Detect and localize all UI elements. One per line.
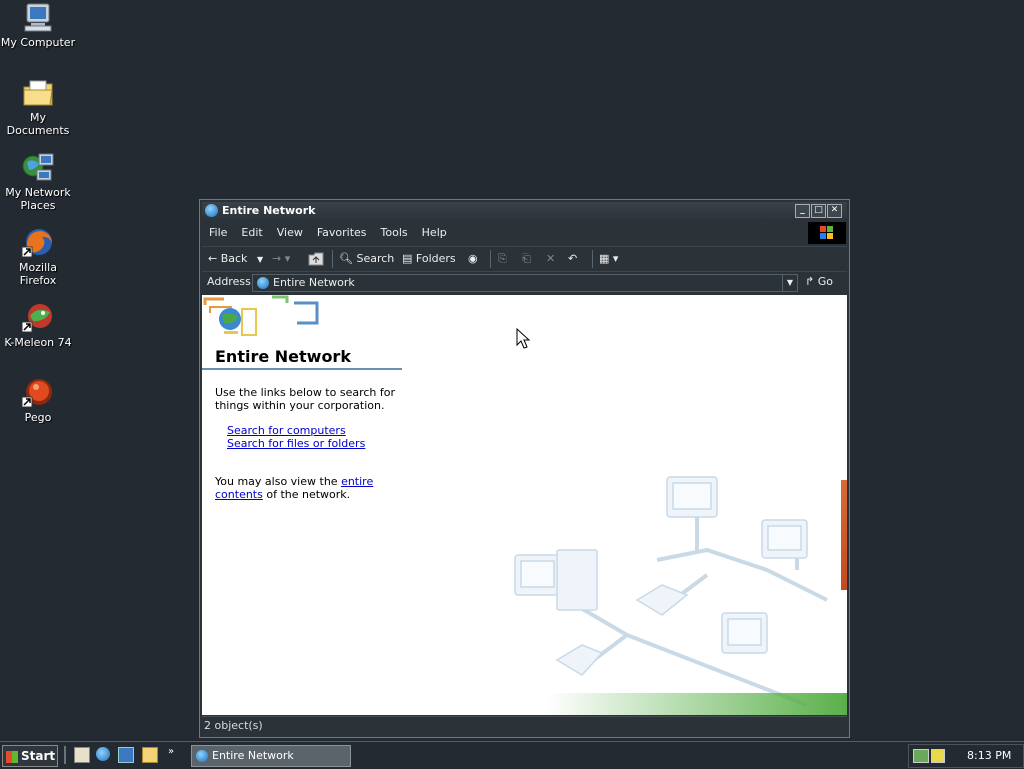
folders-icon: ▤ — [402, 252, 413, 265]
quicklaunch-chevron-icon[interactable]: » — [168, 746, 174, 757]
system-tray: 8:13 PM — [908, 744, 1024, 768]
start-label: Start — [21, 749, 56, 763]
desktop-icon-label: My Documents — [6, 111, 70, 137]
globe-icon — [257, 277, 269, 289]
chevron-down-icon: ▼ — [256, 255, 264, 264]
back-label: Back — [220, 252, 248, 265]
search-label: Search — [356, 252, 395, 265]
address-field[interactable]: Entire Network ▼ — [252, 274, 798, 292]
toolbar: ← Back ▼ → ▾ 🔍︎ Search ▤ Folders ◉ ⎘ ⎗ ✕… — [202, 246, 847, 271]
heading-underline — [202, 368, 402, 370]
clock[interactable]: 8:13 PM — [967, 749, 1011, 762]
desktop-icon-label: My Computer — [0, 36, 76, 49]
back-button[interactable]: ← Back ▼ — [208, 247, 263, 271]
search-icon: 🔍︎ — [339, 252, 353, 265]
desktop-icon-my-documents[interactable]: My Documents — [0, 77, 76, 137]
menu-view[interactable]: View — [270, 222, 310, 244]
network-icon — [21, 152, 55, 184]
desktop-icon-mozilla-firefox[interactable]: Mozilla Firefox — [0, 227, 76, 287]
search-files-link[interactable]: Search for files or folders — [227, 437, 365, 450]
menu-file[interactable]: File — [202, 222, 234, 244]
intro-text: Use the links below to search for things… — [215, 386, 396, 412]
back-arrow-icon: ← — [208, 252, 218, 265]
firefox-icon — [21, 227, 55, 259]
undo-icon[interactable]: ↶ — [568, 247, 577, 271]
search-computers-link[interactable]: Search for computers — [227, 424, 346, 437]
forward-button[interactable]: → ▾ — [272, 247, 290, 271]
globe-icon — [196, 750, 208, 762]
network-header-graphic — [203, 295, 319, 336]
watermark-green-band — [547, 693, 847, 715]
copy-to-icon[interactable]: ⎗ — [522, 247, 531, 271]
folders-button[interactable]: ▤ Folders — [402, 247, 456, 271]
move-to-icon[interactable]: ⎘ — [498, 247, 507, 271]
explorer-icon[interactable] — [142, 747, 158, 763]
quicklaunch-separator — [64, 746, 66, 764]
address-bar: Address Entire Network ▼ ↱ Go — [202, 271, 847, 294]
taskbar: Start » Entire Network 8:13 PM — [0, 741, 1024, 769]
address-label: Address — [207, 275, 251, 288]
maximize-button[interactable]: □ — [811, 204, 826, 218]
toolbar-separator — [592, 250, 593, 268]
content-pane: Entire Network Use the links below to se… — [202, 295, 847, 715]
taskbar-item-label: Entire Network — [212, 749, 294, 762]
folder-icon — [21, 77, 55, 109]
explorer-window: Entire Network _ □ ✕ File Edit View Favorit… — [199, 199, 850, 738]
search-button[interactable]: 🔍︎ Search — [339, 247, 394, 271]
start-button[interactable]: Start — [2, 745, 58, 767]
taskbar-item-entire-network[interactable]: Entire Network — [191, 745, 351, 767]
volume-tray-icon[interactable] — [931, 749, 945, 763]
minimize-button[interactable]: _ — [795, 204, 810, 218]
folders-label: Folders — [415, 252, 456, 265]
history-icon[interactable]: ◉ — [468, 247, 478, 271]
menu-bar: File Edit View Favorites Tools Help — [202, 222, 847, 244]
menu-favorites[interactable]: Favorites — [310, 222, 374, 244]
computer-icon — [21, 2, 55, 34]
ie-icon[interactable] — [96, 747, 110, 761]
desktop-icon-label: My Network Places — [5, 186, 71, 212]
menu-edit[interactable]: Edit — [234, 222, 269, 244]
kmeleon-icon — [21, 302, 55, 334]
desktop-icon-my-computer[interactable]: My Computer — [0, 2, 76, 49]
watermark-orange-edge — [841, 480, 847, 590]
desktop-icon-label: Mozilla Firefox — [19, 261, 57, 287]
go-label: Go — [817, 275, 833, 288]
toolbar-separator — [332, 250, 333, 268]
close-button[interactable]: ✕ — [827, 204, 842, 218]
desktop-icon-label: K-Meleon 74 — [4, 336, 72, 349]
desktop-icon-pego[interactable]: Pego — [0, 377, 76, 424]
window-title: Entire Network — [222, 204, 316, 217]
desktop-icon-my-network-places[interactable]: My Network Places — [0, 152, 76, 212]
desktop-icon-label: Pego — [24, 411, 52, 424]
mouse-cursor-icon — [516, 328, 530, 349]
toolbar-separator — [490, 250, 491, 268]
windows-flag-icon — [6, 750, 18, 763]
show-desktop-icon[interactable] — [74, 747, 90, 763]
title-bar[interactable]: Entire Network _ □ ✕ — [202, 202, 847, 220]
outro-suffix: of the network. — [262, 488, 351, 501]
windows-logo-icon — [808, 222, 846, 244]
network-watermark-illustration — [514, 476, 828, 707]
go-arrow-icon: ↱ — [805, 275, 815, 288]
address-dropdown-button[interactable]: ▼ — [782, 275, 797, 291]
status-bar: 2 object(s) — [202, 716, 847, 735]
network-tray-icon[interactable] — [913, 749, 929, 763]
page-heading: Entire Network — [215, 347, 351, 366]
menu-help[interactable]: Help — [415, 222, 454, 244]
outlook-icon[interactable] — [118, 747, 134, 763]
outro-prefix: You may also view the — [215, 475, 342, 488]
outro-text: You may also view the entire contents of… — [215, 475, 415, 501]
delete-icon[interactable]: ✕ — [546, 247, 555, 271]
menu-tools[interactable]: Tools — [374, 222, 415, 244]
status-text: 2 object(s) — [204, 719, 263, 732]
desktop-icon-k-meleon[interactable]: K-Meleon 74 — [0, 302, 76, 349]
address-value: Entire Network — [273, 276, 355, 289]
views-button[interactable]: ▦ ▾ — [599, 247, 618, 271]
up-folder-icon[interactable] — [308, 247, 324, 271]
go-button[interactable]: ↱ Go — [805, 275, 833, 288]
pego-icon — [21, 377, 55, 409]
globe-icon — [205, 204, 218, 217]
